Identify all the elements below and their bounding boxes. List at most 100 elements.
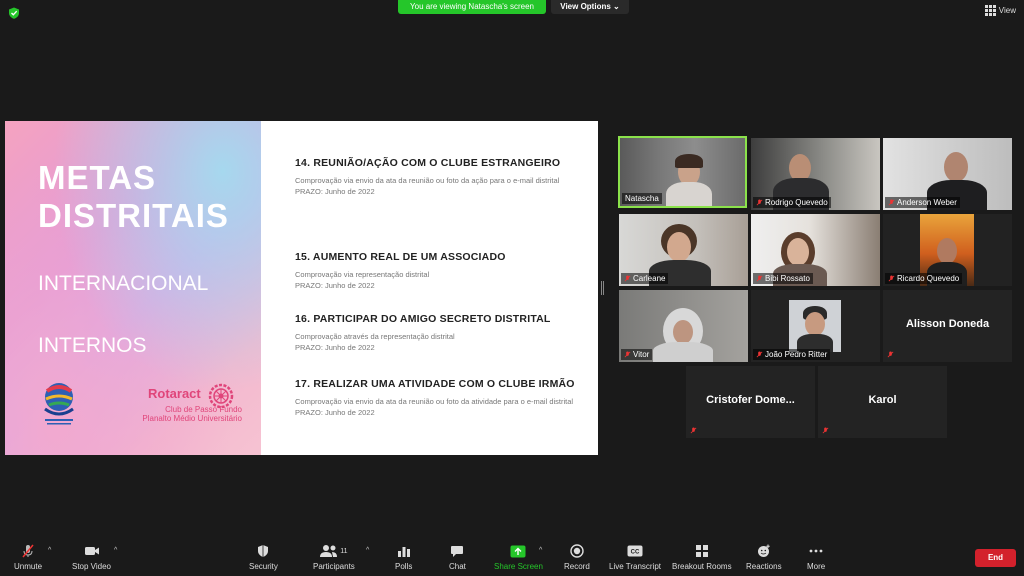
- mic-muted-icon: [756, 199, 763, 206]
- goal-item: 14. REUNIÃO/AÇÃO COM O CLUBE ESTRANGEIRO…: [295, 157, 575, 197]
- video-tile-alisson-doneda[interactable]: Alisson Doneda: [883, 290, 1012, 362]
- mic-muted-icon: [756, 275, 763, 282]
- view-options-button[interactable]: View Options ⌄: [551, 0, 629, 14]
- closed-caption-icon: CC: [627, 545, 643, 557]
- participant-name-label: Natascha: [622, 193, 662, 204]
- participants-icon: [320, 545, 338, 557]
- more-button[interactable]: More: [807, 543, 825, 571]
- stop-video-button[interactable]: Stop Video: [72, 543, 111, 571]
- more-label: More: [807, 562, 826, 571]
- goal-deadline: PRAZO: Junho de 2022: [295, 343, 375, 352]
- goal-deadline: PRAZO: Junho de 2022: [295, 408, 375, 417]
- participant-name: Alisson Doneda: [905, 318, 990, 330]
- goal-description: Comprovação através da representação dis…: [295, 332, 455, 341]
- participant-name: Rodrigo Quevedo: [765, 198, 828, 207]
- slide-title-line1: METAS: [38, 159, 157, 196]
- shield-icon: [258, 545, 269, 557]
- shared-screen-slide: METAS DISTRITAIS INTERNACIONAL INTERNOS …: [5, 121, 598, 455]
- goal-description: Comprovação via envio da ata da reunião …: [295, 397, 574, 406]
- participant-name: Ricardo Quevedo: [897, 274, 960, 283]
- live-transcript-button[interactable]: CC Live Transcript: [609, 543, 661, 571]
- video-tile-vitor[interactable]: Vitor: [619, 290, 748, 362]
- participants-button[interactable]: 11 Participants: [313, 543, 355, 571]
- video-options-caret-icon[interactable]: ^: [114, 547, 117, 554]
- live-transcript-label: Live Transcript: [609, 562, 662, 571]
- reactions-button[interactable]: Reactions: [746, 543, 782, 571]
- video-tile-rodrigo-quevedo[interactable]: Rodrigo Quevedo: [751, 138, 880, 210]
- mic-muted-icon: [887, 351, 894, 358]
- polls-button[interactable]: Polls: [395, 543, 412, 571]
- profile-photo: [789, 300, 841, 352]
- mic-muted-icon: [624, 351, 631, 358]
- video-camera-icon: [84, 547, 99, 555]
- mic-muted-icon: [822, 427, 829, 434]
- participant-name-label: João Pedro Ritter: [753, 349, 831, 360]
- participant-name-label: Carleane: [621, 273, 669, 284]
- mic-muted-icon: [22, 544, 34, 558]
- chat-button[interactable]: Chat: [449, 543, 466, 571]
- participant-name-label: Ricardo Quevedo: [885, 273, 963, 284]
- goal-item: 16. PARTICIPAR DO AMIGO SECRETO DISTRITA…: [295, 313, 575, 353]
- share-screen-label: Share Screen: [494, 562, 543, 571]
- chat-bubble-icon: [451, 545, 464, 557]
- zoom-window: You are viewing Natascha's screen View O…: [0, 0, 1024, 576]
- shield-check-icon[interactable]: [8, 7, 20, 19]
- record-button[interactable]: Record: [564, 543, 590, 571]
- polls-bar-icon: [397, 547, 410, 557]
- breakout-rooms-label: Breakout Rooms: [672, 562, 732, 571]
- security-button[interactable]: Security: [249, 543, 278, 571]
- grid-view-icon: [984, 5, 996, 16]
- participants-label: Participants: [313, 562, 355, 571]
- section-internos: INTERNOS: [38, 334, 147, 357]
- participant-name: Carleane: [633, 274, 666, 283]
- participant-name-label: Vitor: [621, 349, 653, 360]
- audio-options-caret-icon[interactable]: ^: [48, 547, 51, 554]
- svg-text:CC: CC: [631, 550, 640, 556]
- participants-options-caret-icon[interactable]: ^: [366, 547, 369, 554]
- video-tile-karol[interactable]: Karol: [818, 366, 947, 438]
- participant-name: Bibi Rossato: [765, 274, 810, 283]
- participant-name: Natascha: [625, 194, 659, 203]
- slide-left-panel: METAS DISTRITAIS INTERNACIONAL INTERNOS …: [5, 121, 261, 455]
- slide-title-line2: DISTRITAIS: [38, 197, 229, 234]
- participant-name: Cristofer Dome...: [706, 394, 795, 406]
- goal-description: Comprovação via envio da ata da reunião …: [295, 176, 560, 185]
- video-tile-cristofer[interactable]: Cristofer Dome...: [686, 366, 815, 438]
- unmute-button[interactable]: Unmute: [14, 543, 42, 571]
- video-tile-carleane[interactable]: Carleane: [619, 214, 748, 286]
- mic-muted-icon: [888, 199, 895, 206]
- video-tile-joao-pedro-ritter[interactable]: João Pedro Ritter: [751, 290, 880, 362]
- club-name-line1: Club de Passo Fundo: [165, 405, 242, 414]
- more-dots-icon: [809, 549, 823, 553]
- participant-name: João Pedro Ritter: [765, 350, 828, 359]
- polls-label: Polls: [395, 562, 413, 571]
- goal-item: 17. REALIZAR UMA ATIVIDADE COM O CLUBE I…: [295, 378, 575, 418]
- participant-name-label: Rodrigo Quevedo: [753, 197, 831, 208]
- breakout-rooms-button[interactable]: Breakout Rooms: [672, 543, 732, 571]
- participant-name: Karol: [868, 394, 897, 406]
- mic-muted-icon: [624, 275, 631, 282]
- share-screen-button[interactable]: Share Screen: [494, 543, 543, 571]
- chat-label: Chat: [449, 562, 466, 571]
- participant-name: Vitor: [633, 350, 650, 359]
- smiley-plus-icon: [757, 544, 770, 557]
- video-tile-natascha[interactable]: Natascha: [618, 136, 747, 208]
- mic-muted-icon: [690, 427, 697, 434]
- record-label: Record: [564, 562, 590, 571]
- view-button-label: View: [998, 6, 1016, 15]
- slide-title: METAS DISTRITAIS: [38, 159, 229, 235]
- video-tile-anderson-weber[interactable]: Anderson Weber: [883, 138, 1012, 210]
- video-tile-ricardo-quevedo[interactable]: Ricardo Quevedo: [883, 214, 1012, 286]
- record-icon: [570, 544, 584, 558]
- view-button[interactable]: View: [984, 5, 1016, 16]
- panel-splitter-handle[interactable]: [601, 281, 604, 295]
- security-label: Security: [249, 562, 278, 571]
- share-options-caret-icon[interactable]: ^: [539, 547, 542, 554]
- participant-name-label: Bibi Rossato: [753, 273, 813, 284]
- district-globe-logo-icon: [44, 383, 74, 425]
- club-name: Club de Passo Fundo Planalto Médio Unive…: [124, 405, 242, 423]
- goal-title: 15. AUMENTO REAL DE UM ASSOCIADO: [295, 251, 506, 263]
- club-name-line2: Planalto Médio Universitário: [142, 414, 242, 423]
- end-meeting-button[interactable]: End: [975, 549, 1016, 567]
- video-tile-bibi-rossato[interactable]: Bibi Rossato: [751, 214, 880, 286]
